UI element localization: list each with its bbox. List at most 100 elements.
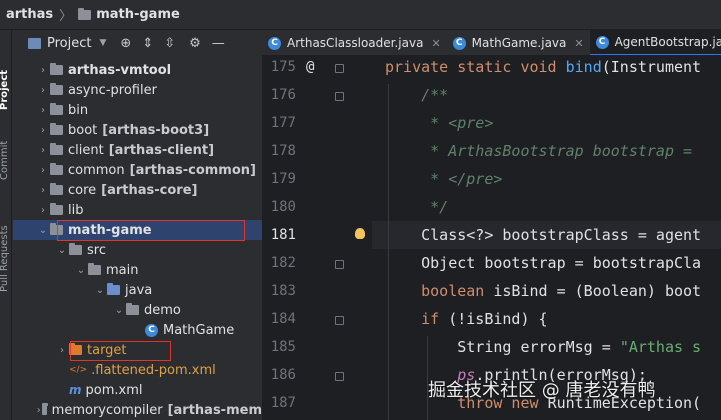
tree-item-label: java [125, 282, 153, 298]
tree-item[interactable]: m pom.xml [13, 380, 262, 400]
tree-item-label: lib [68, 202, 84, 218]
chevron-right-icon[interactable]: › [36, 185, 50, 196]
tree-item[interactable]: › boot [arthas-boot3] [13, 120, 262, 140]
chevron-right-icon[interactable]: › [36, 165, 50, 176]
chevron-down-icon[interactable]: ⌄ [55, 245, 69, 256]
editor-tab[interactable]: C ArthasClassloader.java ✕ [262, 30, 447, 55]
lightbulb-icon[interactable] [355, 228, 365, 239]
line-number: 175 [270, 59, 296, 75]
chevron-right-icon[interactable]: › [36, 105, 50, 116]
tree-item[interactable]: ⌄ demo [13, 300, 262, 320]
code-line[interactable]: private static void bind(Instrument [385, 58, 701, 76]
code-line[interactable]: Class<?> bootstrapClass = agent [385, 226, 701, 244]
tree-item[interactable]: </> .flattened-pom.xml [13, 360, 262, 380]
breadcrumb-separator: 〉 [59, 9, 73, 24]
tree-item[interactable]: › bin [13, 100, 262, 120]
java-class-icon: C [595, 35, 609, 49]
fold-marker-icon[interactable] [335, 92, 344, 101]
line-number: 183 [270, 283, 296, 299]
module-name-label: [arthas-mem [167, 402, 262, 418]
tree-item[interactable]: › core [arthas-core] [13, 180, 262, 200]
line-number: 180 [270, 199, 296, 215]
project-view-icon [28, 37, 41, 49]
fold-marker-icon[interactable] [335, 316, 344, 325]
tree-item[interactable]: ⌄ java [13, 280, 262, 300]
chevron-right-icon[interactable]: › [36, 125, 50, 136]
folder-icon [50, 143, 63, 155]
line-number: 185 [270, 339, 296, 355]
project-tool-button[interactable]: Project [0, 70, 10, 110]
code-line[interactable]: boolean isBind = (Boolean) boot [385, 282, 701, 300]
code-line[interactable]: * </pre> [385, 170, 502, 188]
pull-requests-tool-button[interactable]: Pull Requests [0, 225, 10, 292]
tree-item-label: memorycompiler [51, 402, 163, 418]
tree-item-label: pom.xml [85, 382, 143, 398]
code-token: */ [385, 198, 449, 216]
line-number: 182 [270, 255, 296, 271]
tree-item[interactable]: › common [arthas-common] [13, 160, 262, 180]
tree-item-label: src [87, 242, 106, 258]
line-number: 177 [270, 115, 296, 131]
chevron-down-icon[interactable]: ⌄ [112, 305, 126, 316]
tree-item[interactable]: › memorycompiler [arthas-mem [13, 400, 262, 420]
chevron-down-icon[interactable]: ⌄ [93, 285, 107, 296]
close-icon[interactable]: ✕ [431, 37, 440, 50]
commit-tool-button[interactable]: Commit [0, 141, 10, 180]
code-line[interactable]: if (!isBind) { [385, 310, 548, 328]
code-token: bind [565, 58, 602, 76]
java-class-icon: C [145, 323, 158, 337]
target-icon[interactable]: ⊕ [120, 36, 131, 51]
tree-item[interactable]: › lib [13, 200, 262, 220]
folder-icon [50, 63, 63, 75]
chevron-down-icon[interactable]: ▼ [99, 38, 106, 48]
tree-item[interactable]: › arthas-vmtool [13, 60, 262, 80]
minimize-icon[interactable]: — [212, 36, 225, 51]
tree-item[interactable]: ⌄ main [13, 260, 262, 280]
line-number: 178 [270, 143, 296, 159]
chevron-right-icon[interactable]: › [36, 405, 42, 416]
tree-item-label: bin [68, 102, 89, 118]
code-line[interactable]: * ArthasBootstrap bootstrap = [385, 142, 701, 160]
collapse-all-icon[interactable]: ⇳ [164, 36, 175, 51]
maven-icon: m [69, 383, 82, 397]
chevron-down-icon[interactable]: ⌄ [36, 225, 50, 236]
breadcrumb-root[interactable]: arthas [6, 7, 53, 22]
chevron-right-icon[interactable]: › [36, 85, 50, 96]
chevron-right-icon[interactable]: › [36, 145, 50, 156]
code-line[interactable]: * <pre> [385, 114, 493, 132]
project-panel-title[interactable]: Project [47, 36, 91, 51]
folder-icon [50, 123, 63, 135]
tree-item[interactable]: C MathGame [13, 320, 262, 340]
folder-icon [50, 83, 63, 95]
chevron-down-icon[interactable]: ⌄ [74, 265, 88, 276]
tab-label: ArthasClassloader.java [287, 36, 424, 50]
chevron-right-icon[interactable]: › [36, 205, 50, 216]
breadcrumb-module[interactable]: math-game [96, 7, 180, 22]
module-name-label: [arthas-core] [101, 182, 198, 198]
tree-item[interactable]: › async-profiler [13, 80, 262, 100]
code-token: (!isBind) { [448, 310, 548, 328]
chevron-right-icon[interactable]: › [55, 345, 69, 356]
code-line[interactable]: Object bootstrap = bootstrapCla [385, 254, 701, 272]
tree-item[interactable]: › client [arthas-client] [13, 140, 262, 160]
fold-marker-icon[interactable] [335, 260, 344, 269]
tree-item[interactable]: ⌄ src [13, 240, 262, 260]
fold-marker-icon[interactable] [335, 64, 344, 73]
code-editor[interactable]: @ 175 176 177 178 179 180 181 182 183 184 185 186 18… [262, 56, 721, 420]
folder-icon [50, 203, 63, 215]
code-token: if [385, 310, 449, 328]
line-number: 187 [270, 395, 296, 411]
override-marker-icon[interactable]: @ [306, 59, 314, 75]
module-name-label: [arthas-boot3] [102, 122, 210, 138]
editor-tab[interactable]: C MathGame.java ✕ [447, 30, 590, 55]
expand-all-icon[interactable]: ⇕ [142, 36, 153, 51]
code-line[interactable]: /** [385, 86, 448, 104]
gear-icon[interactable]: ⚙ [189, 36, 201, 51]
code-line[interactable]: String errorMsg = "Arthas s [385, 338, 701, 356]
code-line[interactable]: */ [385, 198, 448, 216]
editor-tab[interactable]: CAgentBootstrap.java✕ [589, 30, 721, 55]
code-token: (Instrument [601, 58, 702, 76]
chevron-right-icon[interactable]: › [36, 65, 50, 76]
close-icon[interactable]: ✕ [574, 37, 583, 50]
fold-marker-icon[interactable] [335, 372, 344, 381]
